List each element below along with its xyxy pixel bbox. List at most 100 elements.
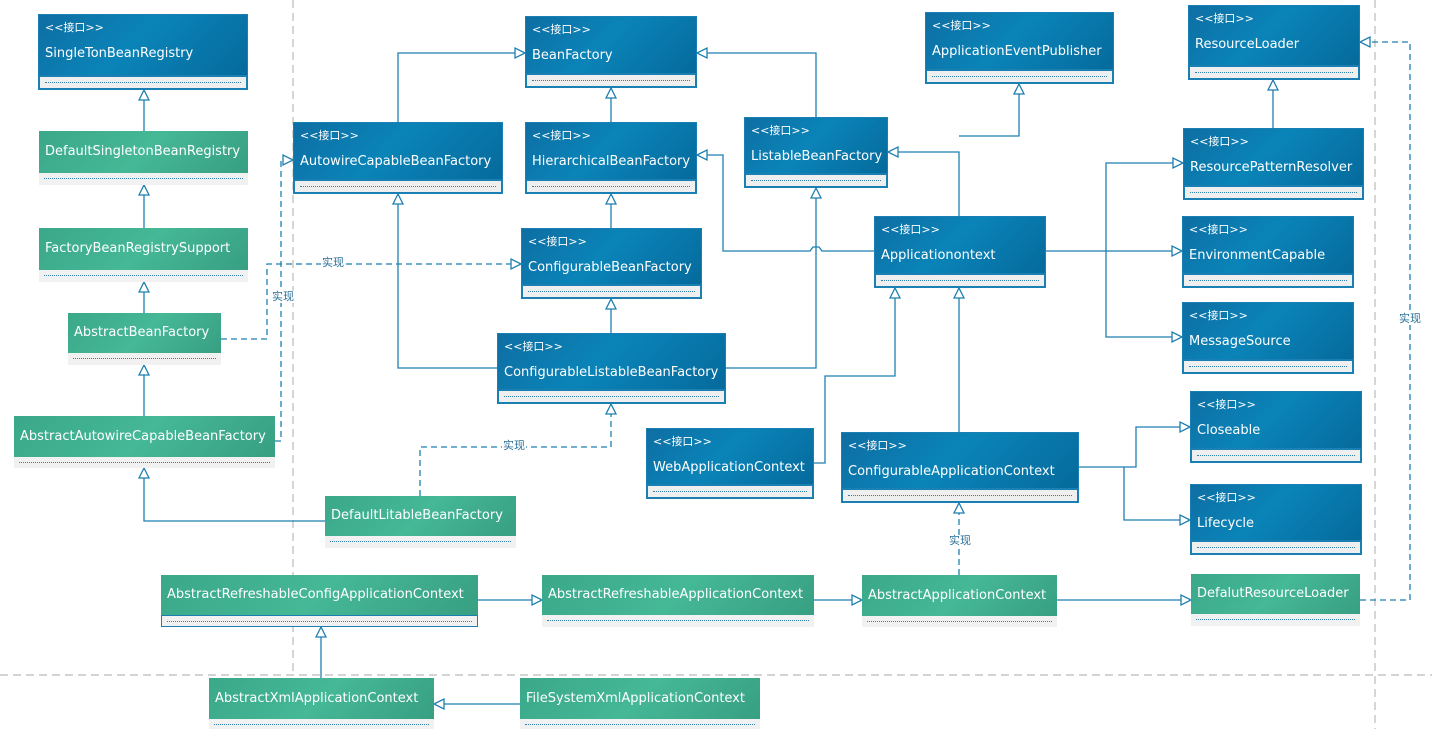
interface-application-context[interactable]: <<接口>> Applicationontext — [874, 216, 1046, 288]
class-abstract-xml-application-context[interactable]: AbstractXmlApplicationContext — [209, 678, 434, 729]
members-compartment — [542, 615, 814, 627]
generalization-arrowhead — [1172, 156, 1185, 170]
class-name: ResourcePatternResolver — [1190, 160, 1353, 175]
stereotype-label: <<接口>> — [1197, 491, 1256, 504]
generalization-arrowhead — [137, 363, 151, 376]
members-compartment — [497, 390, 726, 404]
generalization-arrowhead — [695, 148, 708, 162]
members-compartment — [520, 719, 760, 729]
members-compartment — [1188, 66, 1360, 80]
class-name: AbstractXmlApplicationContext — [215, 690, 419, 706]
generalization-line — [959, 84, 1020, 137]
generalization-arrowhead — [432, 697, 445, 711]
class-default-listable-bean-factory[interactable]: DefaultLitableBeanFactory — [325, 496, 516, 548]
realization-line — [221, 263, 521, 340]
class-name: ConfigurableApplicationContext — [848, 464, 1055, 479]
class-name: EnvironmentCapable — [1189, 248, 1326, 263]
interface-autowire-capable-bean-factory[interactable]: <<接口>> AutowireCapableBeanFactory — [293, 122, 503, 194]
members-compartment — [38, 76, 248, 90]
generalization-arrowhead — [1012, 82, 1026, 95]
members-compartment — [525, 74, 697, 88]
class-name: Lifecycle — [1197, 516, 1255, 531]
interface-message-source[interactable]: <<接口>> MessageSource — [1182, 302, 1354, 374]
members-compartment — [39, 270, 248, 282]
class-name: ConfigurableBeanFactory — [528, 260, 692, 275]
class-abstract-refreshable-config-application-context[interactable]: AbstractRefreshableConfigApplicationCont… — [161, 575, 478, 627]
members-compartment — [744, 174, 888, 188]
class-name: FactoryBeanRegistrySupport — [45, 241, 231, 256]
members-compartment — [1190, 449, 1362, 463]
generalization-arrowhead — [137, 88, 151, 101]
class-name: Closeable — [1197, 423, 1261, 438]
class-abstract-autowire-capable-bean-factory[interactable]: AbstractAutowireCapableBeanFactory — [14, 416, 275, 468]
generalization-arrowhead — [1179, 420, 1192, 434]
generalization-line — [143, 468, 325, 522]
class-name: ApplicationEventPublisher — [932, 44, 1102, 59]
generalization-arrowhead — [886, 145, 899, 159]
interface-resource-loader[interactable]: <<接口>> ResourceLoader — [1188, 5, 1360, 80]
interface-configurable-bean-factory[interactable]: <<接口>> ConfigurableBeanFactory — [521, 228, 702, 299]
interface-environment-capable[interactable]: <<接口>> EnvironmentCapable — [1182, 216, 1354, 288]
stereotype-label: <<接口>> — [653, 435, 712, 448]
interface-closeable[interactable]: <<接口>> Closeable — [1190, 391, 1362, 463]
members-compartment — [862, 616, 1057, 627]
interface-application-event-publisher[interactable]: <<接口>> ApplicationEventPublisher — [925, 12, 1114, 84]
members-compartment — [1190, 541, 1362, 555]
stereotype-label: <<接口>> — [528, 235, 587, 248]
members-compartment — [646, 485, 814, 499]
class-default-resource-loader[interactable]: DefalutResourceLoader — [1191, 574, 1360, 626]
class-name: AbstractBeanFactory — [74, 325, 210, 340]
class-name: WebApplicationContext — [653, 460, 805, 475]
interface-listable-bean-factory[interactable]: <<接口>> ListableBeanFactory — [744, 117, 888, 188]
interface-singleton-bean-registry[interactable]: <<接口>> SingleTonBeanRegistry — [38, 14, 248, 90]
interface-web-application-context[interactable]: <<接口>> WebApplicationContext — [646, 428, 814, 499]
stereotype-label: <<接口>> — [881, 223, 940, 236]
generalization-line — [1105, 162, 1183, 251]
interface-hierarchical-bean-factory[interactable]: <<接口>> HierarchicalBeanFactory — [525, 122, 697, 194]
stereotype-label: <<接口>> — [1195, 12, 1254, 25]
interface-configurable-listable-bean-factory[interactable]: <<接口>> ConfigurableListableBeanFactory — [497, 333, 726, 404]
generalization-arrowhead — [1171, 244, 1184, 258]
members-compartment — [874, 274, 1046, 288]
class-factory-bean-registry-support[interactable]: FactoryBeanRegistrySupport — [39, 228, 248, 282]
stereotype-label: <<接口>> — [1190, 135, 1249, 148]
class-name: HierarchicalBeanFactory — [532, 154, 691, 169]
interface-lifecycle[interactable]: <<接口>> Lifecycle — [1190, 484, 1362, 555]
generalization-arrowhead — [604, 192, 618, 205]
members-compartment — [68, 353, 221, 365]
class-name: Applicationontext — [881, 248, 996, 263]
members-compartment — [925, 70, 1114, 84]
class-file-system-xml-application-context[interactable]: FileSystemXmlApplicationContext — [520, 678, 760, 729]
class-abstract-bean-factory[interactable]: AbstractBeanFactory — [68, 313, 221, 365]
stereotype-label: <<接口>> — [932, 19, 991, 32]
class-name: AutowireCapableBeanFactory — [300, 154, 492, 169]
class-default-singleton-bean-registry[interactable]: DefaultSingletonBeanRegistry — [39, 131, 248, 185]
realization-label: 实现 — [1398, 312, 1422, 325]
members-compartment — [293, 180, 503, 194]
interface-bean-factory[interactable]: <<接口>> BeanFactory — [525, 16, 697, 88]
stereotype-label: <<接口>> — [751, 124, 810, 137]
members-compartment — [841, 489, 1079, 503]
generalization-arrowhead — [137, 280, 151, 293]
class-abstract-refreshable-application-context[interactable]: AbstractRefreshableApplicationContext — [542, 575, 814, 627]
generalization-line — [1079, 426, 1190, 468]
interface-configurable-application-context[interactable]: <<接口>> ConfigurableApplicationContext — [841, 432, 1079, 503]
members-compartment — [525, 180, 697, 194]
generalization-arrowhead — [1358, 35, 1371, 49]
realization-label: 实现 — [948, 534, 972, 547]
members-compartment — [209, 719, 434, 729]
stereotype-label: <<接口>> — [504, 340, 563, 353]
class-name: FileSystemXmlApplicationContext — [526, 690, 745, 706]
uml-class-diagram: <<接口>> SingleTonBeanRegistry <<接口>> BeanFa… — [0, 0, 1432, 729]
stereotype-label: <<接口>> — [532, 129, 591, 142]
generalization-arrowhead — [888, 286, 902, 299]
generalization-arrowhead — [695, 46, 708, 60]
class-name: ResourceLoader — [1195, 37, 1300, 52]
members-compartment — [325, 536, 516, 548]
class-abstract-application-context[interactable]: AbstractApplicationContext — [862, 575, 1057, 627]
generalization-arrowhead — [952, 501, 966, 514]
generalization-line — [888, 151, 960, 216]
generalization-arrowhead — [604, 86, 618, 99]
stereotype-label: <<接口>> — [1197, 398, 1256, 411]
interface-resource-pattern-resolver[interactable]: <<接口>> ResourcePatternResolver — [1183, 128, 1364, 200]
